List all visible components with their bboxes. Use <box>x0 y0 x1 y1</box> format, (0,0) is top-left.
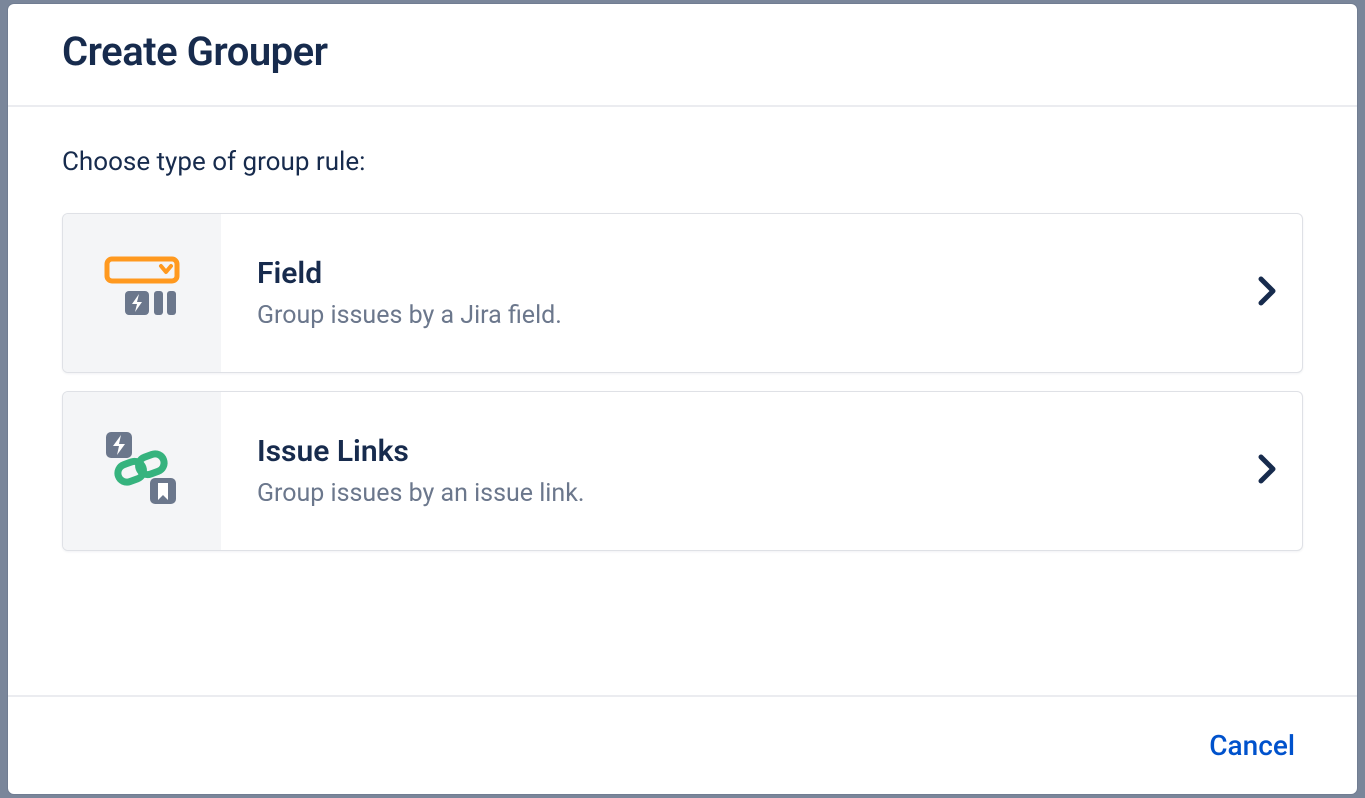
modal-footer: Cancel <box>8 695 1357 794</box>
option-field-desc: Group issues by a Jira field. <box>257 301 1196 330</box>
field-grouper-icon <box>99 253 185 333</box>
option-issue-links-title: Issue Links <box>257 434 1196 469</box>
chevron-right-icon <box>1257 275 1277 311</box>
option-issue-links-desc: Group issues by an issue link. <box>257 479 1196 508</box>
option-field[interactable]: Field Group issues by a Jira field. <box>62 213 1303 373</box>
modal-title: Create Grouper <box>62 28 1303 75</box>
prompt-text: Choose type of group rule: <box>62 147 1303 177</box>
option-list: Field Group issues by a Jira field. <box>62 213 1303 551</box>
cancel-button[interactable]: Cancel <box>1201 725 1303 766</box>
option-field-icon-wrap <box>63 214 221 372</box>
option-issue-links-chevron <box>1232 392 1302 550</box>
option-field-text: Field Group issues by a Jira field. <box>221 214 1232 372</box>
create-grouper-modal: Create Grouper Choose type of group rule… <box>8 4 1357 794</box>
option-issue-links[interactable]: Issue Links Group issues by an issue lin… <box>62 391 1303 551</box>
chevron-right-icon <box>1257 453 1277 489</box>
option-field-title: Field <box>257 256 1196 291</box>
option-issue-links-icon-wrap <box>63 392 221 550</box>
issue-links-icon <box>96 426 188 516</box>
modal-body: Choose type of group rule: <box>8 107 1357 695</box>
option-field-chevron <box>1232 214 1302 372</box>
modal-header: Create Grouper <box>8 4 1357 107</box>
option-issue-links-text: Issue Links Group issues by an issue lin… <box>221 392 1232 550</box>
